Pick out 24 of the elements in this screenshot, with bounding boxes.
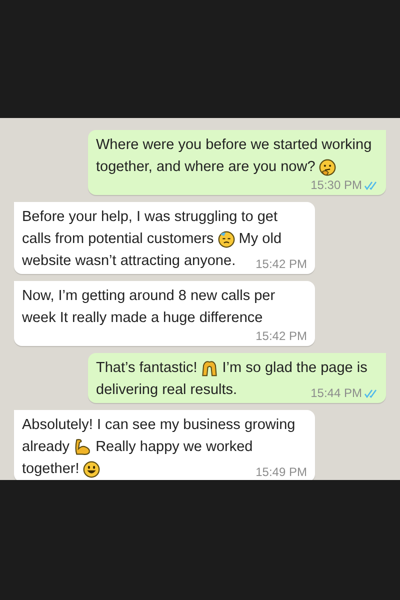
thinking-face-icon xyxy=(319,158,336,176)
timestamp: 15:42 PM xyxy=(256,257,307,272)
message-text: delivering real results. xyxy=(96,381,238,400)
timestamp: 15:49 PM xyxy=(256,465,307,480)
message-text: Really happy we worked xyxy=(96,438,253,457)
timestamp: 15:44 PM xyxy=(310,386,362,401)
message-text: Absolutely! I can see my business growing xyxy=(22,416,296,435)
message-text: calls from potential customers xyxy=(22,230,214,249)
message-text: together! xyxy=(22,460,80,479)
message-text: week It really made a huge difference xyxy=(22,309,263,328)
message-text: already xyxy=(22,438,70,457)
grinning-face-icon xyxy=(83,460,100,478)
message-text: together, and where are you now? xyxy=(96,158,316,177)
sad-face-icon xyxy=(218,230,235,248)
message-text: Where were you before we started working xyxy=(96,136,372,155)
message-text: website wasn’t attracting anyone. xyxy=(22,252,236,271)
message-text: That’s fantastic! xyxy=(96,359,198,378)
timestamp: 15:42 PM xyxy=(256,329,307,344)
message-text: Before your help, I was struggling to get xyxy=(22,208,278,227)
message-text: Now, I’m getting around 8 new calls per xyxy=(22,287,276,306)
message-text: My old xyxy=(238,230,282,249)
flexed-arm-icon xyxy=(74,438,92,456)
message-text: I’m so glad the page is xyxy=(222,359,368,378)
timestamp: 15:30 PM xyxy=(310,178,362,193)
